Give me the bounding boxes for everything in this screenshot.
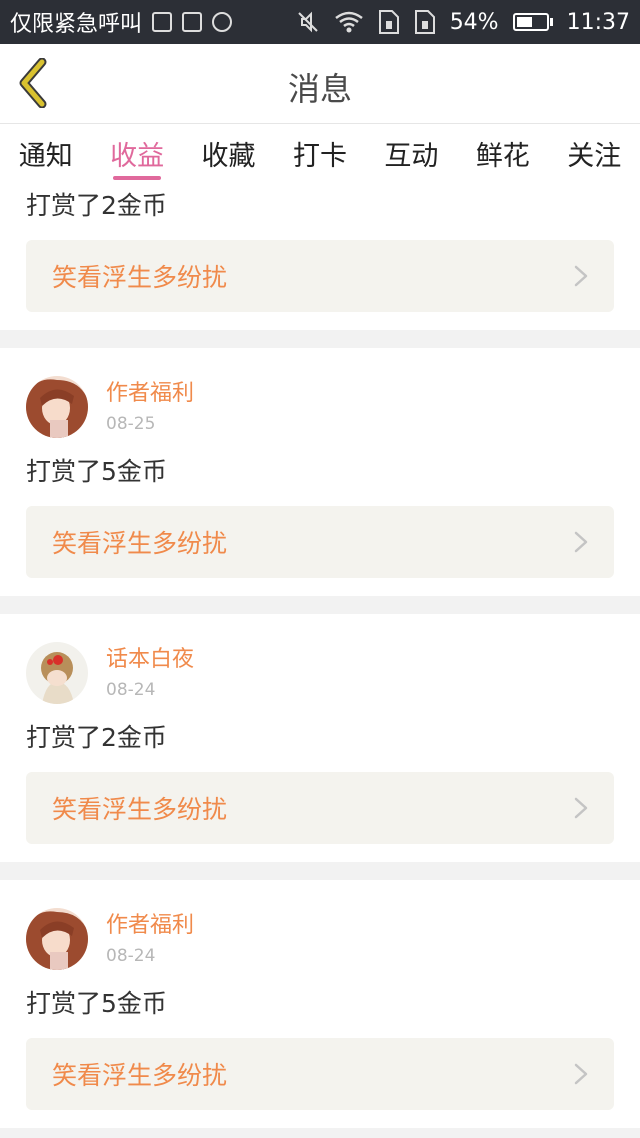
tab-notifications[interactable]: 通知 <box>19 134 73 180</box>
work-title: 笑看浮生多纷扰 <box>52 263 228 292</box>
avatar[interactable] <box>26 642 88 704</box>
sim-card-icon <box>378 10 399 34</box>
girl-avatar-icon <box>26 908 88 970</box>
work-title: 笑看浮生多纷扰 <box>52 529 228 558</box>
message-text: 打赏了5金币 <box>26 457 167 486</box>
mute-icon <box>297 11 318 33</box>
work-link[interactable]: 笑看浮生多纷扰 <box>26 772 614 844</box>
carrier-text: 仅限紧急呼叫 <box>10 12 143 37</box>
message-text: 打赏了5金币 <box>26 989 167 1018</box>
work-link[interactable]: 笑看浮生多纷扰 <box>26 240 614 312</box>
work-title: 笑看浮生多纷扰 <box>52 1061 228 1090</box>
author-name[interactable]: 话本白夜 <box>106 645 194 675</box>
work-link[interactable]: 笑看浮生多纷扰 <box>26 1038 614 1110</box>
tab-bar: 通知 收益 收藏 打卡 互动 鲜花 关注 <box>0 124 640 182</box>
top-bar: 消息 <box>0 44 640 124</box>
message-card: 作者福利 08-24 打赏了5金币 笑看浮生多纷扰 <box>0 880 640 1128</box>
chevron-right-icon <box>574 531 588 553</box>
work-title: 笑看浮生多纷扰 <box>52 795 228 824</box>
keyboard-notification-icon <box>182 12 203 32</box>
tab-interactions[interactable]: 互动 <box>384 134 438 180</box>
tab-favorites[interactable]: 收藏 <box>202 134 256 180</box>
chevron-right-icon <box>574 265 588 287</box>
status-bar: 仅限紧急呼叫 54% 11:37 <box>0 0 640 44</box>
avatar[interactable] <box>26 376 88 438</box>
tab-flowers[interactable]: 鲜花 <box>476 134 530 180</box>
avatar[interactable] <box>26 908 88 970</box>
message-text: 打赏了2金币 <box>26 191 167 220</box>
huawei-notification-icon <box>212 12 233 32</box>
chevron-right-icon <box>574 797 588 819</box>
tab-following[interactable]: 关注 <box>567 134 621 180</box>
battery-icon <box>512 13 553 31</box>
message-date: 08-25 <box>106 414 156 434</box>
message-text: 打赏了2金币 <box>26 723 167 752</box>
battery-percent: 54% <box>449 9 499 35</box>
page-title: 消息 <box>287 70 352 108</box>
chevron-right-icon <box>574 1063 588 1085</box>
author-name[interactable]: 作者福利 <box>106 911 194 941</box>
message-card: 打赏了2金币 笑看浮生多纷扰 <box>0 182 640 330</box>
girl-avatar-icon <box>26 376 88 438</box>
tab-earnings[interactable]: 收益 <box>110 134 164 180</box>
bun-avatar-icon <box>26 642 88 704</box>
message-list: 打赏了2金币 笑看浮生多纷扰 作者福利 08-25 打赏了5金币 笑看浮生多纷扰… <box>0 182 640 1138</box>
work-link[interactable]: 笑看浮生多纷扰 <box>26 506 614 578</box>
sim-card-2-icon <box>414 10 435 34</box>
message-date: 08-24 <box>106 680 156 700</box>
gallery-notification-icon <box>152 12 173 32</box>
message-card: 作者福利 08-25 打赏了5金币 笑看浮生多纷扰 <box>0 348 640 596</box>
author-name[interactable]: 作者福利 <box>106 379 194 409</box>
wifi-icon <box>334 11 363 33</box>
clock: 11:37 <box>566 9 630 35</box>
message-date: 08-24 <box>106 946 156 966</box>
tab-checkin[interactable]: 打卡 <box>293 134 347 180</box>
message-card: 话本白夜 08-24 打赏了2金币 笑看浮生多纷扰 <box>0 614 640 862</box>
